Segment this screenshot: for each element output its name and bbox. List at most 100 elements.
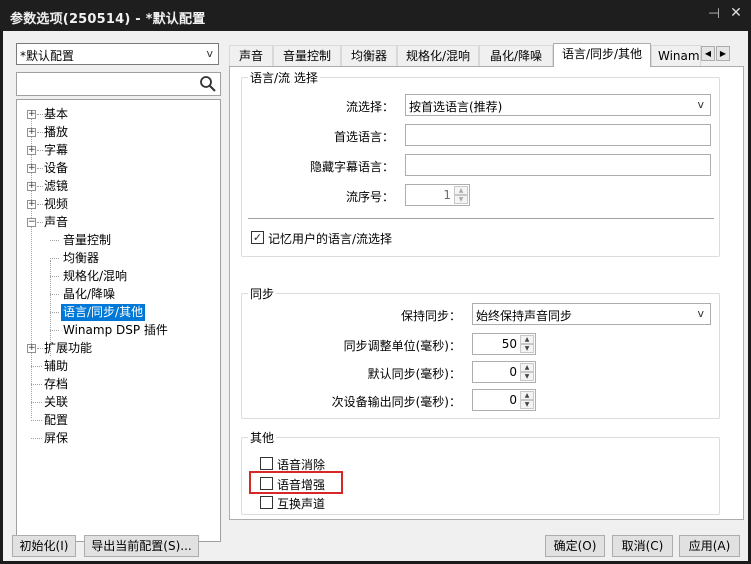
tree-item-label: 声音 — [44, 215, 69, 229]
window-title: 参数选项(250514) - *默认配置 — [10, 12, 206, 27]
dropdown-value: 始终保持声音同步 — [476, 309, 573, 323]
expand-icon[interactable]: + — [27, 110, 36, 119]
tree-item-label: 音量控制 — [63, 233, 112, 247]
expand-icon[interactable]: + — [27, 146, 36, 155]
tab-audio[interactable]: 声音 — [229, 45, 273, 66]
tree-line — [50, 276, 59, 277]
checkbox-box[interactable] — [260, 457, 273, 470]
spin-down-icon[interactable]: ▼ — [520, 400, 534, 409]
preferences-window: 参数选项(250514) - *默认配置 ⊣ ✕ *默认配置 v + 基本 + — [0, 0, 751, 564]
tree-line — [31, 402, 42, 403]
search-icon[interactable] — [199, 75, 217, 93]
tab-crystal-denoise[interactable]: 晶化/降噪 — [479, 45, 553, 66]
settings-tree[interactable]: + 基本 + 播放 + 字幕 + 设备 + 滤镜 + 视频 − 声音 音量控制 … — [16, 99, 221, 542]
preset-value: *默认配置 — [20, 49, 75, 63]
tree-item-label: 屏保 — [44, 431, 69, 445]
tree-item-label: 关联 — [44, 395, 69, 409]
stepper-value: 50 — [501, 337, 517, 351]
field-label: 首选语言： — [333, 130, 394, 144]
tree-item-label: 存档 — [44, 377, 69, 391]
tab-language-sync-other[interactable]: 语言/同步/其他 — [553, 43, 651, 67]
tree-line — [50, 258, 59, 259]
field-label: 流序号： — [345, 190, 394, 204]
group-title: 语言/流 选择 — [248, 69, 320, 86]
preset-dropdown[interactable]: *默认配置 v — [16, 43, 219, 65]
separator — [248, 218, 714, 219]
spin-down-icon[interactable]: ▼ — [520, 372, 534, 381]
tree-item-label: 配置 — [44, 413, 69, 427]
expand-icon[interactable]: + — [27, 164, 36, 173]
stream-select-dropdown[interactable]: 按首选语言(推荐) v — [405, 94, 711, 116]
tree-item-label: 基本 — [44, 107, 69, 121]
spin-up-icon[interactable]: ▲ — [520, 363, 534, 372]
tree-line — [31, 438, 42, 439]
tab-normalize-reverb[interactable]: 规格化/混响 — [397, 45, 479, 66]
group-title: 其他 — [248, 429, 277, 446]
field-label: 保持同步： — [400, 309, 461, 323]
hidden-subtitle-language-input[interactable] — [405, 154, 711, 176]
language-stream-group: 语言/流 选择 流选择： 按首选语言(推荐) v 首选语言： 隐藏字幕语言： 流… — [241, 69, 720, 257]
tree-item-label: 扩展功能 — [44, 341, 93, 355]
spin-up-icon[interactable]: ▲ — [454, 186, 468, 195]
expand-icon[interactable]: + — [27, 128, 36, 137]
collapse-icon[interactable]: − — [27, 218, 36, 227]
cancel-button[interactable]: 取消(C) — [612, 535, 673, 557]
sync-adjust-unit-stepper[interactable]: 50 ▲ ▼ — [472, 333, 536, 355]
tab-scroll-left-icon[interactable]: ◀ — [701, 46, 715, 61]
tree-line — [31, 384, 42, 385]
checkbox-box[interactable]: ✓ — [251, 231, 264, 244]
tree-item-label: Winamp DSP 插件 — [63, 323, 168, 337]
title-bar[interactable]: 参数选项(250514) - *默认配置 ⊣ ✕ — [0, 0, 751, 31]
field-label: 同步调整单位(毫秒)： — [343, 339, 461, 353]
group-title: 同步 — [248, 285, 277, 302]
field-label: 流选择： — [345, 100, 394, 114]
spin-down-icon[interactable]: ▼ — [520, 344, 534, 353]
field-label: 次设备输出同步(毫秒)： — [331, 395, 461, 409]
chevron-down-icon: v — [697, 307, 704, 320]
highlight-box — [249, 471, 343, 494]
expand-icon[interactable]: + — [27, 182, 36, 191]
tree-item-label: 规格化/混响 — [63, 269, 128, 283]
search-input[interactable] — [16, 72, 221, 96]
tab-equalizer[interactable]: 均衡器 — [341, 45, 397, 66]
tab-volume-control[interactable]: 音量控制 — [273, 45, 341, 66]
expand-icon[interactable]: + — [27, 344, 36, 353]
dialog-body: *默认配置 v + 基本 + 播放 + 字幕 + 设备 + 滤镜 + 视频 − … — [3, 31, 748, 561]
tab-panel: 语言/流 选择 流选择： 按首选语言(推荐) v 首选语言： 隐藏字幕语言： 流… — [229, 66, 744, 520]
default-sync-stepper[interactable]: 0 ▲ ▼ — [472, 361, 536, 383]
preferred-language-input[interactable] — [405, 124, 711, 146]
tree-line — [50, 240, 59, 241]
keep-sync-dropdown[interactable]: 始终保持声音同步 v — [472, 303, 711, 325]
export-config-button[interactable]: 导出当前配置(S)... — [84, 535, 199, 557]
tab-winamp[interactable]: Winam — [651, 45, 701, 66]
expand-icon[interactable]: + — [27, 200, 36, 209]
checkbox-label: 记忆用户的语言/流选择 — [268, 232, 393, 246]
secondary-device-sync-stepper[interactable]: 0 ▲ ▼ — [472, 389, 536, 411]
tab-scroll-right-icon[interactable]: ▶ — [716, 46, 730, 61]
tree-item-label: 播放 — [44, 125, 69, 139]
stepper-value: 0 — [509, 365, 517, 379]
tab-strip: 声音 音量控制 均衡器 规格化/混响 晶化/降噪 语言/同步/其他 Winam … — [229, 43, 744, 67]
tree-item-label: 字幕 — [44, 143, 69, 157]
sync-group: 同步 保持同步： 始终保持声音同步 v 同步调整单位(毫秒)： 50 ▲ ▼ 默… — [241, 285, 720, 419]
tree-item-label: 辅助 — [44, 359, 69, 373]
spin-up-icon[interactable]: ▲ — [520, 391, 534, 400]
initialize-button[interactable]: 初始化(I) — [12, 535, 76, 557]
stepper-value: 0 — [509, 393, 517, 407]
tree-line — [31, 366, 42, 367]
tree-line — [50, 330, 59, 331]
chevron-down-icon: v — [206, 47, 213, 60]
stream-number-stepper[interactable]: 1 ▲ ▼ — [405, 184, 470, 206]
checkbox-box[interactable] — [260, 496, 273, 509]
spin-down-icon[interactable]: ▼ — [454, 195, 468, 204]
stepper-value: 1 — [443, 188, 451, 202]
tree-item-label: 视频 — [44, 197, 69, 211]
pin-icon[interactable]: ⊣ — [706, 6, 722, 24]
other-group: 其他 语音消除 语音增强 互换声道 — [241, 429, 720, 515]
spin-up-icon[interactable]: ▲ — [520, 335, 534, 344]
ok-button[interactable]: 确定(O) — [545, 535, 605, 557]
close-icon[interactable]: ✕ — [728, 5, 744, 23]
apply-button[interactable]: 应用(A) — [679, 535, 740, 557]
tree-line — [50, 294, 59, 295]
tree-line — [31, 420, 42, 421]
